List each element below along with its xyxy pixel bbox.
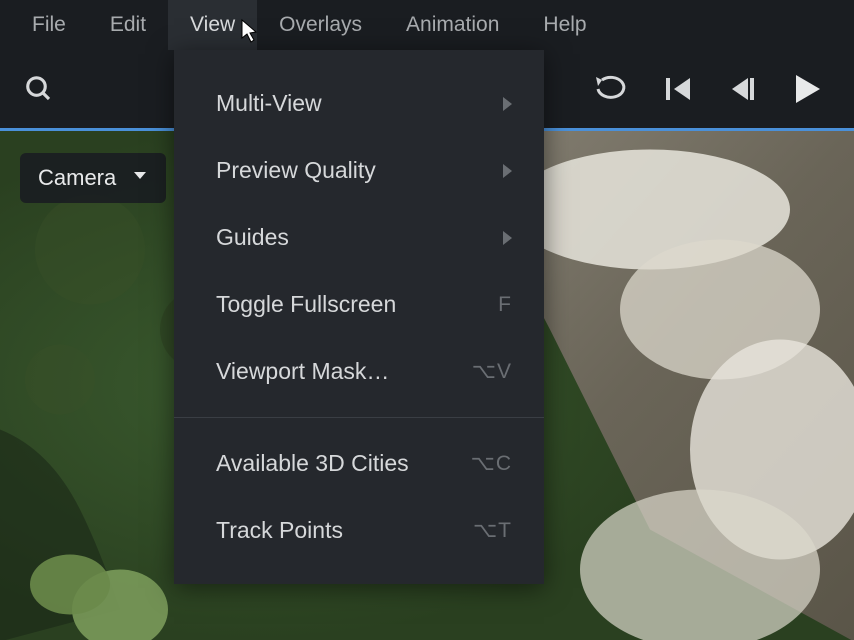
submenu-arrow-icon	[503, 97, 512, 111]
menu-item-preview-quality[interactable]: Preview Quality	[174, 137, 544, 204]
menubar-item-view[interactable]: View	[168, 0, 257, 50]
menubar-item-edit[interactable]: Edit	[88, 0, 168, 50]
menu-item-label: Toggle Fullscreen	[216, 291, 396, 318]
loop-icon[interactable]	[592, 74, 630, 104]
menu-item-viewport-mask[interactable]: Viewport Mask… ⌥V	[174, 338, 544, 405]
view-dropdown-menu: Multi-View Preview Quality Guides Toggle…	[174, 50, 544, 584]
menu-item-label: Guides	[216, 224, 289, 251]
menubar-item-animation[interactable]: Animation	[384, 0, 521, 50]
menu-item-available-3d-cities[interactable]: Available 3D Cities ⌥C	[174, 430, 544, 497]
menu-item-multiview[interactable]: Multi-View	[174, 70, 544, 137]
menu-shortcut: ⌥T	[473, 518, 512, 543]
submenu-arrow-icon	[503, 164, 512, 178]
submenu-arrow-icon	[503, 231, 512, 245]
chevron-down-icon	[132, 169, 148, 187]
menu-item-track-points[interactable]: Track Points ⌥T	[174, 497, 544, 564]
camera-label: Camera	[38, 165, 116, 191]
menu-shortcut: F	[498, 293, 512, 317]
menu-shortcut: ⌥V	[472, 359, 512, 384]
skip-back-icon[interactable]	[664, 76, 694, 102]
menu-item-label: Available 3D Cities	[216, 450, 409, 477]
menu-divider	[174, 417, 544, 418]
menu-item-label: Multi-View	[216, 90, 322, 117]
menu-shortcut: ⌥C	[471, 451, 512, 476]
menu-item-label: Track Points	[216, 517, 343, 544]
menu-item-toggle-fullscreen[interactable]: Toggle Fullscreen F	[174, 271, 544, 338]
menubar: File Edit View Overlays Animation Help	[0, 0, 854, 50]
menubar-item-file[interactable]: File	[10, 0, 88, 50]
camera-dropdown[interactable]: Camera	[20, 153, 166, 203]
step-back-icon[interactable]	[728, 76, 756, 102]
search-icon[interactable]	[24, 74, 54, 104]
menu-item-label: Viewport Mask…	[216, 358, 389, 385]
menu-item-guides[interactable]: Guides	[174, 204, 544, 271]
play-icon[interactable]	[790, 72, 824, 106]
menu-item-label: Preview Quality	[216, 157, 376, 184]
menubar-item-overlays[interactable]: Overlays	[257, 0, 384, 50]
menubar-item-help[interactable]: Help	[521, 0, 608, 50]
